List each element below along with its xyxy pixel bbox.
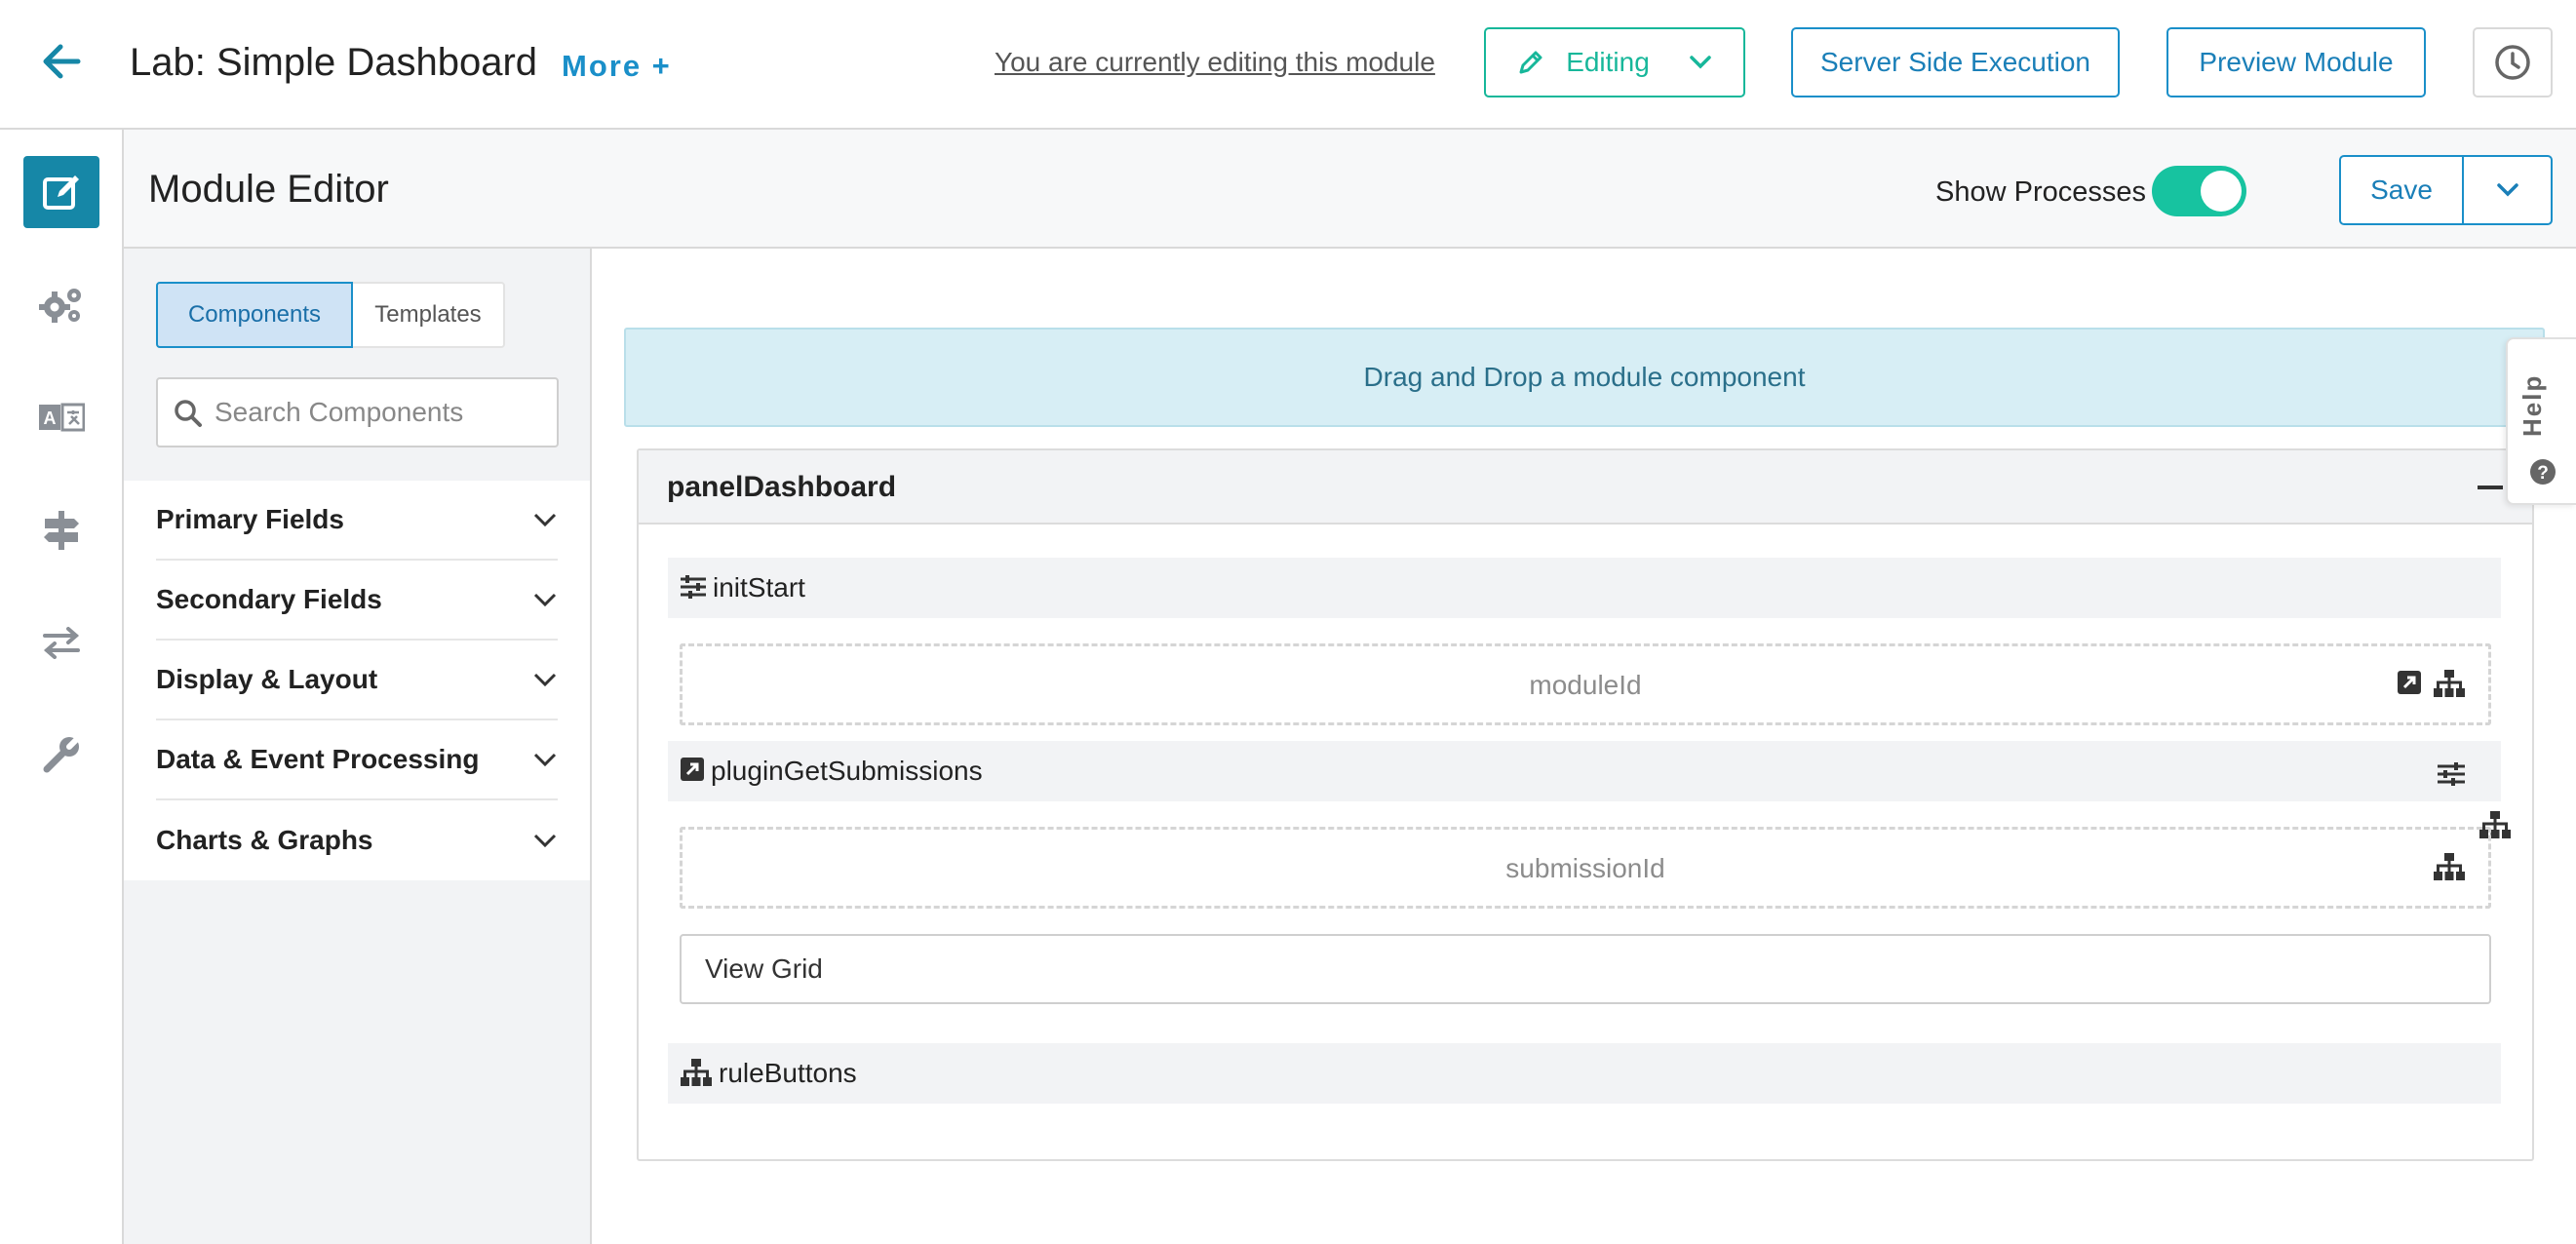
- server-side-execution-button[interactable]: Server Side Execution: [1791, 27, 2120, 97]
- sliders-icon[interactable]: [2437, 762, 2466, 791]
- component-sections: Primary Fields Secondary Fields Display …: [124, 481, 590, 880]
- save-button[interactable]: Save: [2341, 157, 2464, 223]
- section-label: Primary Fields: [156, 504, 344, 534]
- chevron-down-icon: [532, 833, 558, 848]
- module-canvas: Drag and Drop a module component panelDa…: [592, 249, 2576, 1244]
- hierarchy-icon: [680, 1059, 713, 1091]
- init-start-row[interactable]: initStart: [668, 558, 2501, 618]
- submission-id-field[interactable]: submissionId: [680, 827, 2491, 909]
- help-tab[interactable]: Help ?: [2506, 337, 2576, 505]
- show-processes-label: Show Processes: [1935, 176, 2146, 208]
- external-link-icon: [680, 757, 705, 787]
- editing-dropdown-button[interactable]: Editing: [1484, 27, 1745, 97]
- clock-icon: [2493, 43, 2532, 82]
- editing-label: Editing: [1566, 47, 1650, 77]
- module-id-field[interactable]: moduleId: [680, 643, 2491, 725]
- chevron-down-icon: [2496, 182, 2519, 198]
- external-link-icon[interactable]: [2397, 670, 2422, 700]
- editor-header: Module Editor Show Processes Save: [124, 130, 2576, 249]
- section-label: Secondary Fields: [156, 584, 382, 614]
- history-button[interactable]: [2473, 27, 2553, 97]
- section-label: Display & Layout: [156, 664, 378, 694]
- row-label: initStart: [713, 572, 805, 603]
- signpost-icon[interactable]: [23, 494, 99, 566]
- section-charts-graphs[interactable]: Charts & Graphs: [156, 800, 558, 880]
- rule-buttons-row[interactable]: ruleButtons: [668, 1043, 2501, 1104]
- chevron-down-icon: [1689, 55, 1712, 70]
- section-primary-fields[interactable]: Primary Fields: [156, 481, 558, 561]
- row-label: ruleButtons: [719, 1058, 857, 1088]
- field-label: submissionId: [1505, 853, 1665, 883]
- section-label: Data & Event Processing: [156, 744, 480, 774]
- save-options-button[interactable]: [2464, 157, 2551, 223]
- collapse-icon[interactable]: [2478, 486, 2503, 489]
- gears-icon[interactable]: [23, 269, 99, 341]
- component-tabs: Components Templates: [156, 282, 505, 348]
- translate-icon[interactable]: A: [23, 381, 99, 453]
- chevron-down-icon: [532, 672, 558, 687]
- hierarchy-icon[interactable]: [2434, 670, 2465, 702]
- svg-text:A: A: [44, 408, 57, 428]
- pencil-icon: [1517, 49, 1544, 76]
- save-button-group: Save: [2339, 155, 2553, 225]
- sliders-icon: [680, 575, 707, 603]
- chevron-down-icon: [532, 512, 558, 527]
- row-label: pluginGetSubmissions: [711, 756, 983, 786]
- panel-dashboard[interactable]: panelDashboard initStart moduleId plugin…: [637, 448, 2534, 1161]
- drop-zone[interactable]: Drag and Drop a module component: [624, 328, 2545, 427]
- section-label: Charts & Graphs: [156, 825, 373, 855]
- search-icon: [174, 399, 203, 433]
- edit-icon[interactable]: [23, 156, 99, 228]
- view-grid-field[interactable]: View Grid: [680, 934, 2491, 1004]
- components-panel: Components Templates Primary Fields Seco…: [124, 249, 592, 1244]
- search-input[interactable]: [215, 379, 546, 446]
- help-icon: ?: [2529, 458, 2556, 490]
- plugin-row[interactable]: pluginGetSubmissions: [668, 741, 2501, 801]
- page-title: Lab: Simple Dashboard: [130, 41, 538, 84]
- help-label: Help: [2517, 373, 2547, 437]
- tab-components[interactable]: Components: [156, 282, 353, 348]
- tab-templates[interactable]: Templates: [353, 284, 503, 346]
- hierarchy-icon[interactable]: [2434, 853, 2465, 885]
- section-secondary-fields[interactable]: Secondary Fields: [156, 561, 558, 641]
- preview-module-button[interactable]: Preview Module: [2166, 27, 2426, 97]
- panel-title: panelDashboard: [667, 471, 897, 503]
- toggle-knob: [2201, 171, 2242, 212]
- wrench-icon[interactable]: [23, 719, 99, 791]
- more-link[interactable]: More +: [562, 47, 672, 86]
- field-label: moduleId: [1529, 670, 1642, 700]
- search-box: [156, 377, 559, 447]
- editor-title: Module Editor: [148, 168, 389, 211]
- show-processes-toggle[interactable]: [2152, 166, 2246, 216]
- section-display-layout[interactable]: Display & Layout: [156, 641, 558, 720]
- back-arrow-icon[interactable]: [37, 37, 86, 86]
- svg-text:?: ?: [2537, 463, 2549, 484]
- chevron-down-icon: [532, 592, 558, 607]
- transfer-icon[interactable]: [23, 606, 99, 679]
- section-data-event-processing[interactable]: Data & Event Processing: [156, 720, 558, 800]
- panel-header: panelDashboard: [639, 450, 2532, 525]
- left-rail: A: [0, 130, 124, 1244]
- top-bar: Lab: Simple Dashboard More + You are cur…: [0, 0, 2576, 130]
- editing-notice-link[interactable]: You are currently editing this module: [995, 43, 1435, 82]
- chevron-down-icon: [532, 752, 558, 767]
